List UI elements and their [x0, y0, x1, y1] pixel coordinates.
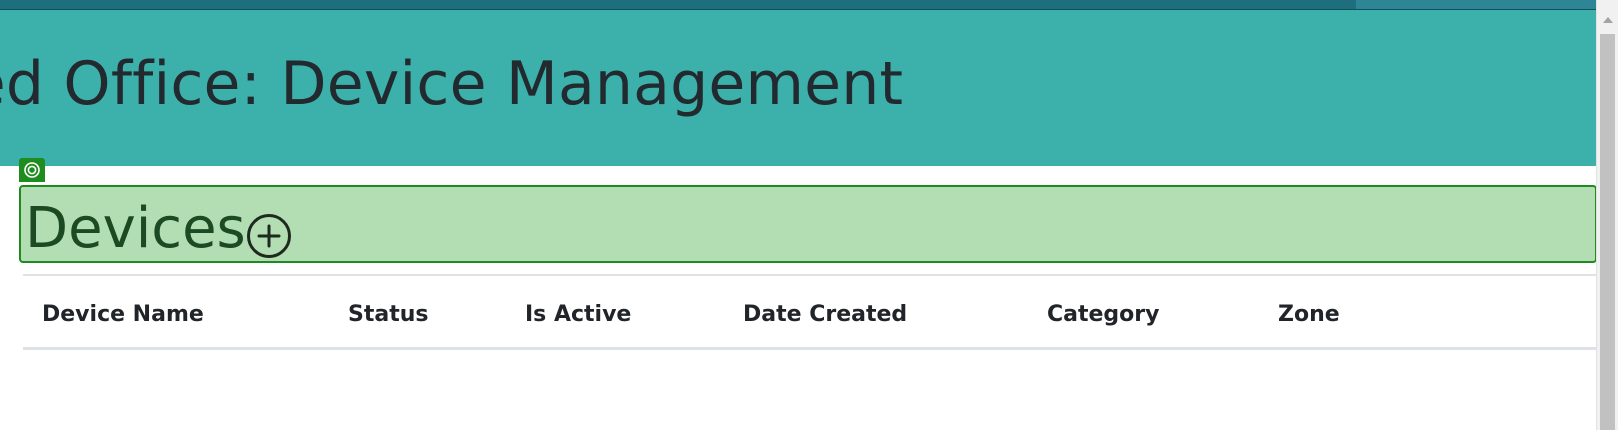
target-icon[interactable] — [19, 158, 45, 182]
vertical-scrollbar[interactable] — [1596, 0, 1618, 430]
devices-section-header: Devices — [19, 185, 1596, 263]
top-bar-shade — [1356, 0, 1596, 9]
page: ted Office: Device Management Devices De… — [0, 0, 1596, 430]
devices-table-header: Device Name Status Is Active Date Create… — [23, 276, 1596, 349]
column-category[interactable]: Category — [1047, 302, 1159, 327]
scrollbar-thumb[interactable] — [1600, 34, 1615, 430]
page-title: ted Office: Device Management — [0, 49, 904, 119]
column-is-active[interactable]: Is Active — [525, 302, 631, 327]
column-date-created[interactable]: Date Created — [743, 302, 907, 327]
section-title: Devices — [25, 196, 246, 261]
table-header-divider — [23, 347, 1596, 350]
column-status[interactable]: Status — [348, 302, 428, 327]
scroll-up-arrow-icon[interactable] — [1597, 8, 1618, 32]
top-bar — [0, 0, 1596, 10]
column-zone[interactable]: Zone — [1278, 302, 1340, 327]
add-device-button[interactable] — [246, 213, 292, 259]
page-header: ted Office: Device Management — [0, 10, 1596, 166]
plus-circle-icon — [247, 214, 291, 258]
column-device-name[interactable]: Device Name — [42, 302, 204, 327]
